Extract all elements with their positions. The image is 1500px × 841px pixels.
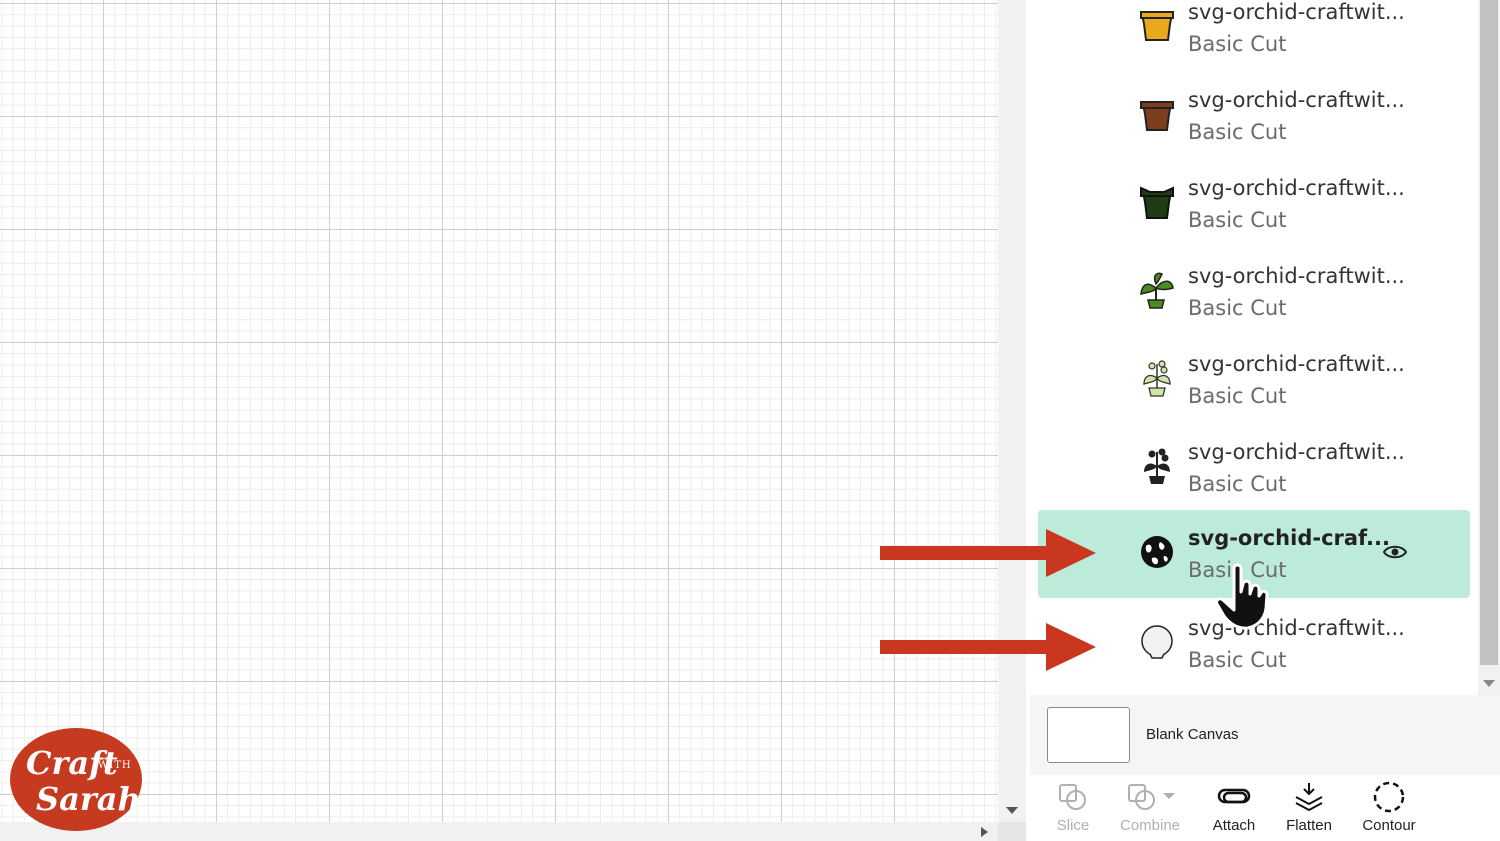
layer-name: svg-orchid-craftwit...: [1188, 0, 1405, 24]
layer-row[interactable]: svg-orchid-craftwit... Basic Cut: [1038, 0, 1470, 72]
black-plant-icon: [1144, 448, 1170, 484]
attach-label: Attach: [1212, 817, 1256, 834]
black-circle-pattern-icon: [1141, 536, 1173, 568]
canvas-horizontal-scrollbar[interactable]: [0, 822, 998, 841]
red-arrow-annotation: [880, 623, 1096, 671]
blank-canvas-label: Blank Canvas: [1146, 726, 1239, 743]
attach-button[interactable]: Attach: [1194, 781, 1274, 841]
canvas-vertical-scrollbar[interactable]: [998, 0, 1026, 822]
layer-name: svg-orchid-craftwit...: [1188, 88, 1405, 112]
blank-canvas-swatch[interactable]: [1047, 707, 1130, 763]
layer-row[interactable]: svg-orchid-craftwit... Basic Cut: [1038, 336, 1470, 424]
dark-green-pot-icon: [1140, 186, 1174, 219]
layer-name: svg-orchid-craftwit...: [1188, 176, 1405, 200]
layers-scrollbar-thumb[interactable]: [1480, 0, 1498, 665]
combine-button[interactable]: Combine: [1110, 781, 1190, 841]
combine-icon: [1128, 784, 1175, 810]
blank-canvas-row[interactable]: Blank Canvas: [1030, 695, 1500, 775]
layer-row[interactable]: svg-orchid-craftwit... Basic Cut: [1038, 424, 1470, 512]
contour-label: Contour: [1362, 817, 1416, 834]
slice-button[interactable]: Slice: [1033, 781, 1113, 841]
layer-row[interactable]: svg-orchid-craftwit... Basic Cut: [1038, 72, 1470, 160]
layers-panel: svg-orchid-craftwit... Basic Cut svg-orc…: [1030, 0, 1500, 841]
layer-operation: Basic Cut: [1188, 120, 1287, 144]
scroll-right-icon[interactable]: [981, 827, 988, 837]
logo-with: WITH: [98, 760, 132, 771]
layer-operation: Basic Cut: [1188, 296, 1287, 320]
scroll-down-icon[interactable]: [1006, 807, 1018, 814]
layer-row[interactable]: svg-orchid-craftwit... Basic Cut: [1038, 248, 1470, 336]
contour-icon: [1373, 781, 1405, 813]
orange-pot-icon: [1140, 11, 1174, 41]
white-circle-icon: [1141, 625, 1173, 659]
layers-toolbar: Slice Combine Attach Flatten Contour: [1030, 775, 1500, 841]
layer-operation: Basic Cut: [1188, 384, 1287, 408]
brown-pot-icon: [1140, 101, 1174, 131]
eye-icon[interactable]: [1382, 542, 1408, 562]
flatten-icon: [1295, 783, 1323, 812]
layer-name: svg-orchid-craftwit...: [1188, 440, 1405, 464]
layer-operation: Basic Cut: [1188, 208, 1287, 232]
light-green-plant-icon: [1143, 360, 1171, 397]
flatten-label: Flatten: [1286, 817, 1332, 834]
slice-icon: [1059, 784, 1086, 810]
logo-line-2: Sarah: [36, 780, 141, 818]
hand-cursor-icon: [1215, 563, 1269, 630]
flatten-button[interactable]: Flatten: [1269, 781, 1349, 841]
layers-scrollbar[interactable]: [1478, 0, 1500, 695]
design-canvas[interactable]: [0, 0, 998, 822]
layer-row[interactable]: svg-orchid-craftwit... Basic Cut: [1038, 160, 1470, 248]
layer-operation: Basic Cut: [1188, 648, 1287, 672]
layer-name: svg-orchid-craftwit...: [1188, 264, 1405, 288]
layer-operation: Basic Cut: [1188, 32, 1287, 56]
scrollbar-corner: [998, 822, 1026, 841]
layer-name: svg-orchid-craf...: [1188, 526, 1390, 550]
layer-name: svg-orchid-craftwit...: [1188, 352, 1405, 376]
red-arrow-annotation: [880, 529, 1096, 577]
scroll-down-icon[interactable]: [1483, 680, 1495, 687]
slice-label: Slice: [1056, 817, 1090, 834]
combine-label: Combine: [1119, 817, 1181, 834]
green-plant-icon: [1140, 272, 1174, 309]
craft-with-sarah-logo: Craft WITH Sarah: [10, 728, 142, 831]
attach-icon: [1217, 788, 1251, 804]
contour-button[interactable]: Contour: [1349, 781, 1429, 841]
layer-operation: Basic Cut: [1188, 472, 1287, 496]
